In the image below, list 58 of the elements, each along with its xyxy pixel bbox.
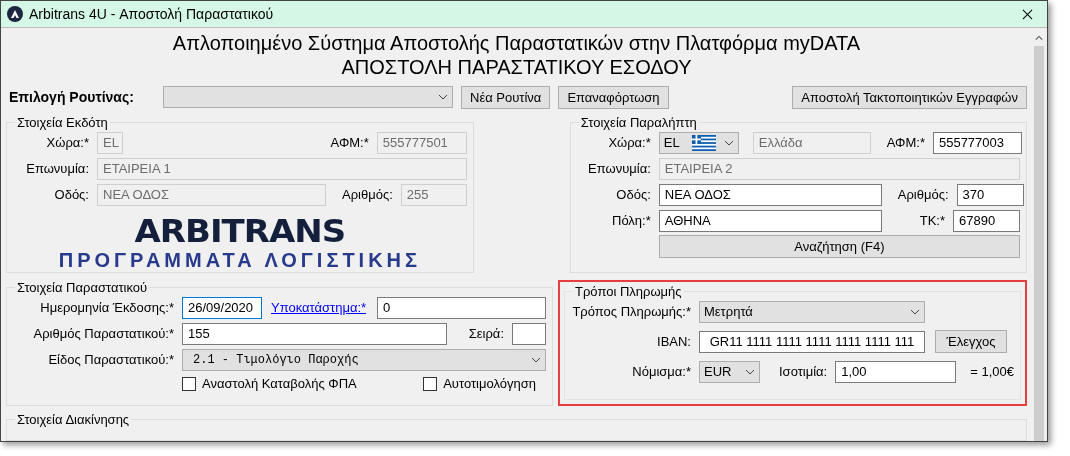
group-title: Στοιχεία Εκδότη: [16, 114, 109, 130]
checkbox-option[interactable]: Αυτοτιμολόγηση: [423, 376, 536, 392]
window-title: Arbitrans 4U - Αποστολή Παραστατικού: [29, 6, 275, 22]
field-label: Σειρά:: [468, 326, 504, 342]
group-title: Τρόποι Πληρωμής: [574, 283, 683, 299]
field-label: Τρόπος Πληρωμής:*: [571, 304, 691, 320]
logo-tagline: ΠΡΟΓΡΑΜΜΑΤΑ ΛΟΓΙΣΤΙΚΗΣ: [58, 249, 422, 270]
document-type-dropdown[interactable]: 2.1 - Τιμολόγιο Παροχής: [182, 348, 546, 371]
converted-amount: = 1,00€: [970, 364, 1014, 380]
field-label: Αριθμός Παραστατικού:*: [32, 326, 174, 342]
dropdown-value: EUR: [704, 364, 732, 380]
currency-dropdown[interactable]: EUR: [699, 360, 760, 383]
field-label: Ημερομηνία Έκδοσης:*: [39, 300, 174, 316]
field-label: IBAN:: [656, 334, 691, 350]
search-button[interactable]: Αναζήτηση (F4): [658, 235, 1020, 259]
new-routine-button[interactable]: Νέα Ρουτίνα: [461, 85, 551, 109]
document-number-field[interactable]: 155: [182, 322, 447, 345]
routine-label: Επιλογή Ρουτίνας:: [8, 89, 135, 106]
payment-method-dropdown[interactable]: Μετρητά: [699, 300, 925, 323]
field-label: Οδός:: [615, 187, 651, 203]
check-button[interactable]: Έλεγχος: [935, 330, 1007, 354]
field-label: Αριθμός:: [897, 187, 949, 203]
send-records-button[interactable]: Αποστολή Τακτοποιητικών Εγγραφών: [792, 85, 1027, 109]
group-title: Στοιχεία Παραλήπτη: [579, 114, 698, 130]
checkbox-option[interactable]: Αναστολή Καταβολής ΦΠΑ: [182, 376, 357, 392]
city-field[interactable]: ΑΘΗΝΑ: [658, 209, 882, 232]
vat-field[interactable]: 555777003: [932, 131, 1022, 154]
group-title: Στοιχεία Παραστατικού: [16, 279, 149, 295]
street-field[interactable]: ΝΕΑ ΟΔΟΣ: [658, 183, 882, 206]
branch-link[interactable]: Υποκατάστημα:*: [271, 300, 367, 316]
dropdown-value: 2.1 - Τιμολόγιο Παροχής: [193, 352, 359, 367]
postcode-field[interactable]: 67890: [953, 209, 1020, 232]
rate-field[interactable]: 1,00: [835, 360, 957, 383]
field-label: Αριθμός:: [342, 187, 393, 203]
form-heading: Απλοποιημένο Σύστημα Αποστολής Παραστατικών στην Πλατφόρμα myDATA: [171, 31, 862, 55]
form-heading: ΑΠΟΣΤΟΛΗ ΠΑΡΑΣΤΑΤΙΚΟΥ ΕΣΟΔΟΥ: [340, 55, 693, 79]
field-label: ΤΚ:*: [919, 213, 945, 229]
field-label: Χώρα:*: [45, 135, 89, 151]
reload-button[interactable]: Επαναφόρτωση: [558, 85, 669, 109]
field-label: Οδός:: [53, 187, 89, 203]
date-field[interactable]: 26/09/2020: [182, 296, 262, 319]
field-label: ΑΦΜ:*: [330, 135, 369, 151]
number-field[interactable]: 370: [956, 183, 1024, 206]
logo-wordmark: ARBITRANS: [134, 214, 346, 248]
branch-field[interactable]: 0: [377, 296, 546, 319]
group-title: Στοιχεία Διακίνησης: [16, 411, 131, 427]
country-dropdown[interactable]: EL: [658, 131, 739, 154]
field-label: ΑΦΜ:*: [886, 135, 925, 151]
field-label: Επωνυμία:: [587, 161, 651, 177]
country-code: EL: [663, 135, 680, 151]
iban-field[interactable]: GR11 1111 1111 1111 1111 1111 111: [699, 330, 925, 353]
dropdown-value: Μετρητά: [704, 304, 753, 320]
field-label: Χώρα:*: [607, 135, 651, 151]
field-label: Νόμισμα:*: [631, 364, 691, 380]
field-label: Ισοτιμία:: [779, 364, 828, 380]
field-label: Πόλη:*: [611, 213, 651, 229]
field-label: Επωνυμία:: [25, 161, 89, 177]
field-label: Είδος Παραστατικού:*: [47, 352, 174, 368]
